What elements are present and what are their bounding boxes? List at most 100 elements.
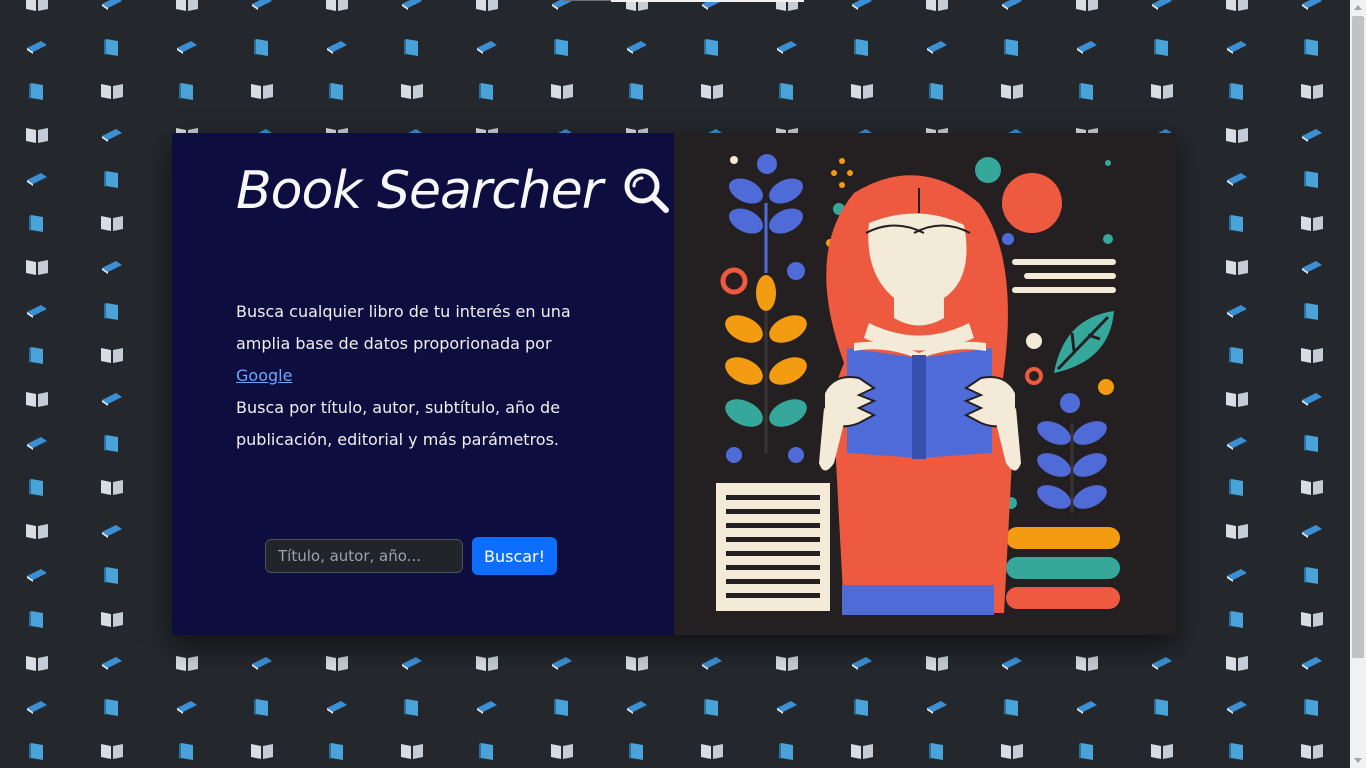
book-standing-icon	[1079, 83, 1093, 100]
book-closed-icon	[1302, 129, 1322, 142]
book-standing-icon	[404, 699, 418, 716]
book-open-icon	[101, 216, 123, 231]
book-standing-icon	[179, 743, 193, 760]
book-standing-icon	[29, 611, 43, 628]
book-standing-icon	[1229, 743, 1243, 760]
book-standing-icon	[29, 215, 43, 232]
book-closed-icon	[177, 701, 197, 714]
book-closed-icon	[1227, 437, 1247, 450]
search-button[interactable]: Buscar!	[472, 537, 558, 575]
book-standing-icon	[104, 39, 118, 56]
book-open-icon	[101, 348, 123, 363]
book-closed-icon	[852, 0, 872, 10]
book-open-icon	[476, 656, 498, 671]
book-open-icon	[701, 744, 723, 759]
book-open-icon	[26, 656, 48, 671]
book-standing-icon	[1304, 39, 1318, 56]
book-standing-icon	[1229, 479, 1243, 496]
book-closed-icon	[477, 701, 497, 714]
book-open-icon	[1226, 656, 1248, 671]
search-input[interactable]	[265, 539, 463, 573]
book-standing-icon	[629, 83, 643, 100]
book-closed-icon	[627, 701, 647, 714]
book-standing-icon	[1304, 171, 1318, 188]
book-open-icon	[176, 656, 198, 671]
book-closed-icon	[1302, 0, 1322, 10]
top-edge-highlight	[611, 0, 804, 2]
book-open-icon	[626, 0, 648, 11]
book-open-icon	[101, 612, 123, 627]
book-standing-icon	[554, 699, 568, 716]
book-standing-icon	[1304, 435, 1318, 452]
book-standing-icon	[29, 743, 43, 760]
book-closed-icon	[552, 0, 572, 10]
book-open-icon	[101, 744, 123, 759]
book-closed-icon	[1302, 525, 1322, 538]
book-open-icon	[1226, 0, 1248, 11]
book-open-icon	[551, 744, 573, 759]
book-open-icon	[851, 744, 873, 759]
book-closed-icon	[27, 41, 47, 54]
book-standing-icon	[104, 303, 118, 320]
book-closed-icon	[1227, 305, 1247, 318]
hero-text-panel: Book Searcher Busca cualquier libro de t…	[172, 133, 674, 635]
book-open-icon	[1301, 480, 1323, 495]
book-closed-icon	[102, 129, 122, 142]
book-open-icon	[1151, 744, 1173, 759]
book-open-icon	[101, 480, 123, 495]
intro-paragraph: Busca cualquier libro de tu interés en u…	[236, 296, 596, 392]
book-open-icon	[26, 392, 48, 407]
book-closed-icon	[927, 41, 947, 54]
top-edge-strip	[563, 0, 611, 1]
book-open-icon	[1001, 84, 1023, 99]
book-closed-icon	[702, 0, 722, 10]
scrollbar-thumb[interactable]	[1352, 16, 1364, 658]
book-open-icon	[776, 0, 798, 11]
book-open-icon	[251, 744, 273, 759]
book-closed-icon	[1227, 701, 1247, 714]
book-open-icon	[326, 656, 348, 671]
book-open-icon	[401, 744, 423, 759]
book-standing-icon	[854, 39, 868, 56]
book-standing-icon	[104, 699, 118, 716]
book-closed-icon	[252, 657, 272, 670]
book-open-icon	[401, 84, 423, 99]
magnifier-icon	[624, 168, 670, 213]
book-closed-icon	[1152, 657, 1172, 670]
book-closed-icon	[1002, 657, 1022, 670]
book-closed-icon	[1152, 0, 1172, 10]
scroll-down-arrow-icon[interactable]	[1354, 758, 1362, 763]
book-open-icon	[1301, 216, 1323, 231]
book-standing-icon	[554, 39, 568, 56]
book-closed-icon	[177, 41, 197, 54]
book-open-icon	[851, 84, 873, 99]
book-closed-icon	[327, 701, 347, 714]
book-closed-icon	[252, 0, 272, 10]
book-closed-icon	[1227, 173, 1247, 186]
book-standing-icon	[854, 699, 868, 716]
book-standing-icon	[254, 699, 268, 716]
book-standing-icon	[1154, 39, 1168, 56]
title-row: Book Searcher	[236, 161, 672, 221]
book-open-icon	[926, 0, 948, 11]
book-closed-icon	[852, 657, 872, 670]
book-open-icon	[26, 260, 48, 275]
book-closed-icon	[627, 41, 647, 54]
search-hint: Busca por título, autor, subtítulo, año …	[236, 398, 561, 449]
book-standing-icon	[929, 83, 943, 100]
book-closed-icon	[1077, 701, 1097, 714]
book-standing-icon	[1004, 39, 1018, 56]
book-open-icon	[476, 0, 498, 11]
book-open-icon	[176, 0, 198, 11]
book-standing-icon	[929, 743, 943, 760]
book-open-icon	[1226, 128, 1248, 143]
book-closed-icon	[327, 41, 347, 54]
scroll-up-arrow-icon[interactable]	[1354, 5, 1362, 10]
google-link[interactable]: Google	[236, 366, 292, 385]
book-open-icon	[776, 656, 798, 671]
hero-card: Book Searcher Busca cualquier libro de t…	[172, 133, 1176, 635]
book-closed-icon	[27, 569, 47, 582]
book-standing-icon	[1079, 743, 1093, 760]
book-open-icon	[1226, 524, 1248, 539]
vertical-scrollbar[interactable]	[1350, 0, 1366, 768]
